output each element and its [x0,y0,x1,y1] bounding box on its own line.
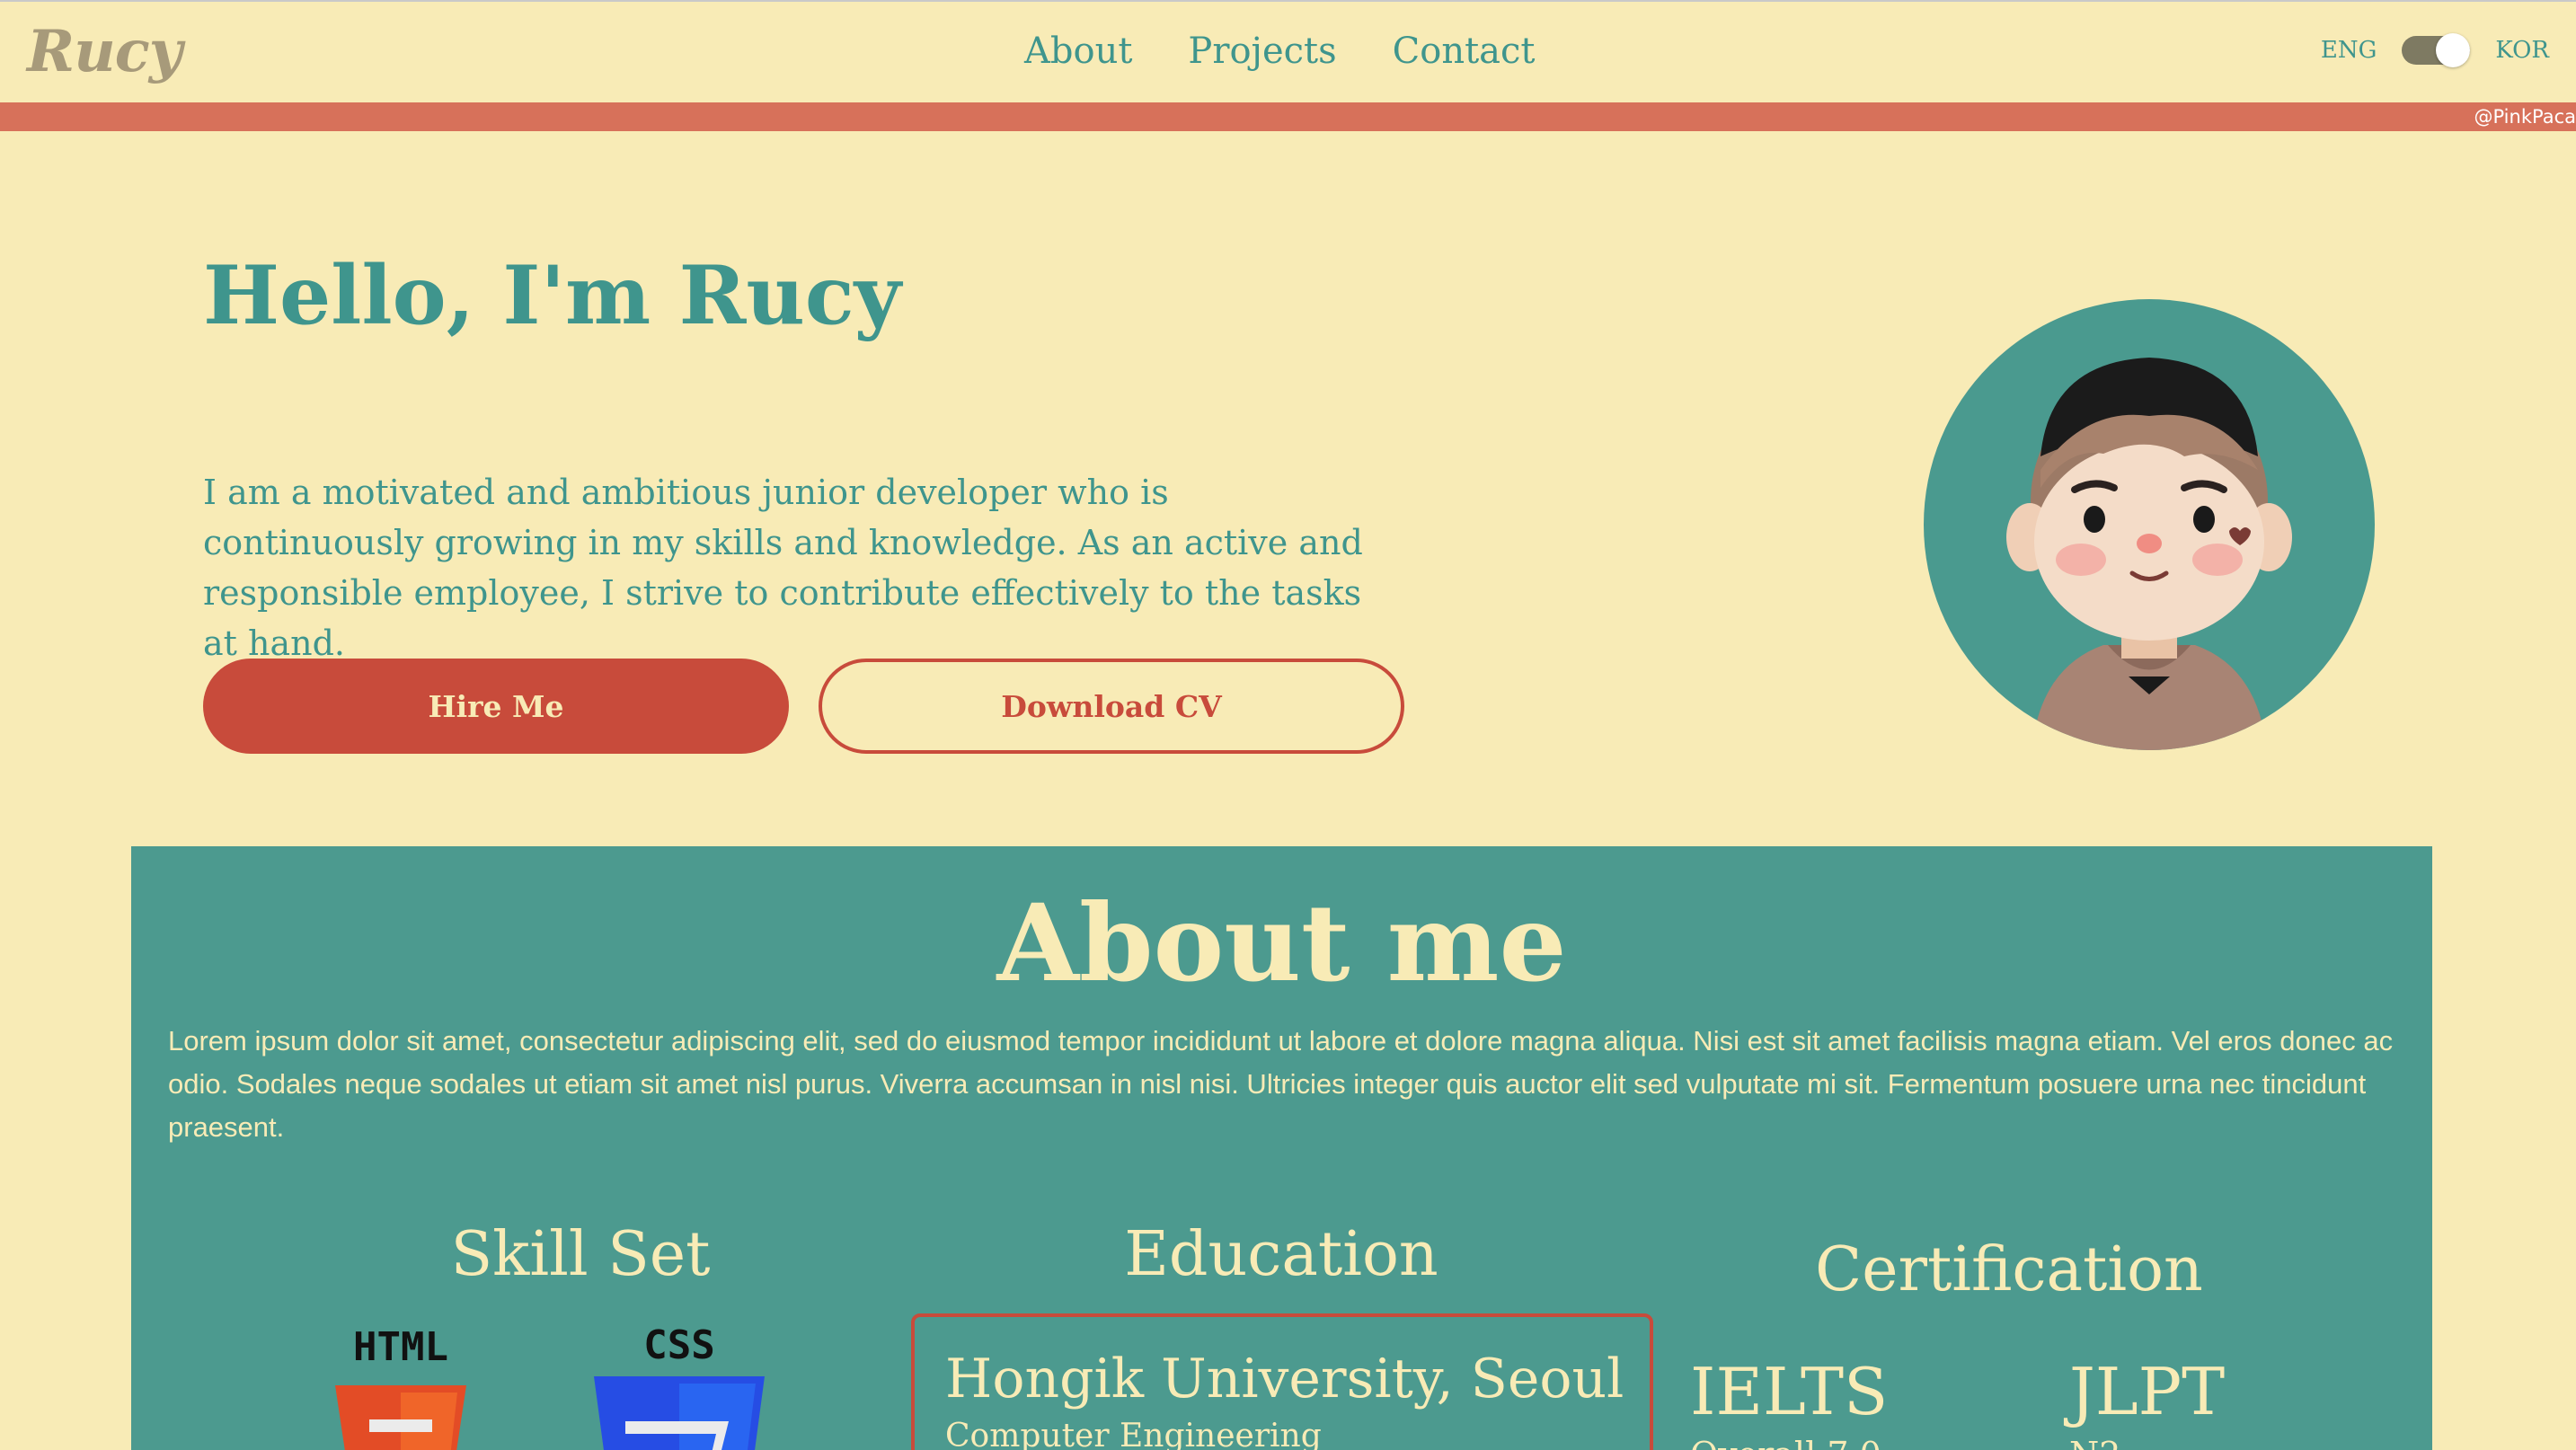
cert-ielts-detail: Overall 7.0 [1690,1435,1881,1450]
about-text: Lorem ipsum dolor sit amet, consectetur … [168,1025,2394,1143]
language-switch: ENG KOR [2320,33,2549,67]
about-title: About me [996,880,1567,1005]
hero-description: I am a motivated and ambitious junior de… [203,473,1363,663]
nav-links: About Projects Contact [1024,31,1590,72]
hire-me-button[interactable]: Hire Me [203,659,789,754]
education-major: Computer Engineering [945,1418,1322,1450]
nav-link-about[interactable]: About [1024,31,1132,72]
watermark: @PinkPaca [2474,106,2576,128]
nav-link-contact[interactable]: Contact [1393,31,1536,72]
avatar-illustration [2006,358,2292,750]
lang-label-kor: KOR [2495,37,2549,64]
avatar [1924,299,2375,750]
download-cv-button[interactable]: Download CV [819,659,1404,754]
nav-link-projects[interactable]: Projects [1188,31,1336,72]
education-card: Hongik University, Seoul Computer Engine… [911,1313,1653,1450]
certification-title: Certification [1815,1234,2203,1305]
css3-icon-label: CSS [643,1322,714,1368]
cert-jlpt-detail: N2 [2069,1435,2120,1450]
navbar: Rucy About Projects Contact ENG KOR [0,0,2576,102]
html5-icon: HTML [315,1322,486,1450]
accent-bar: @PinkPaca [0,102,2576,131]
css3-icon: CSS [585,1322,774,1450]
cert-ielts: IELTS [1690,1354,1889,1429]
html5-icon-label: HTML [353,1324,448,1370]
skill-set-title: Skill Set [450,1219,711,1290]
cert-jlpt: JLPT [2069,1354,2226,1429]
about-section: About me Lorem ipsum dolor sit amet, con… [131,846,2432,1450]
toggle-knob [2436,33,2471,67]
education-title: Education [1124,1219,1438,1290]
logo[interactable]: Rucy [27,18,182,85]
hero-title: Hello, I'm Rucy [203,248,901,343]
language-toggle[interactable] [2402,33,2471,67]
education-school: Hongik University, Seoul [945,1348,1624,1410]
lang-label-eng: ENG [2320,37,2377,64]
